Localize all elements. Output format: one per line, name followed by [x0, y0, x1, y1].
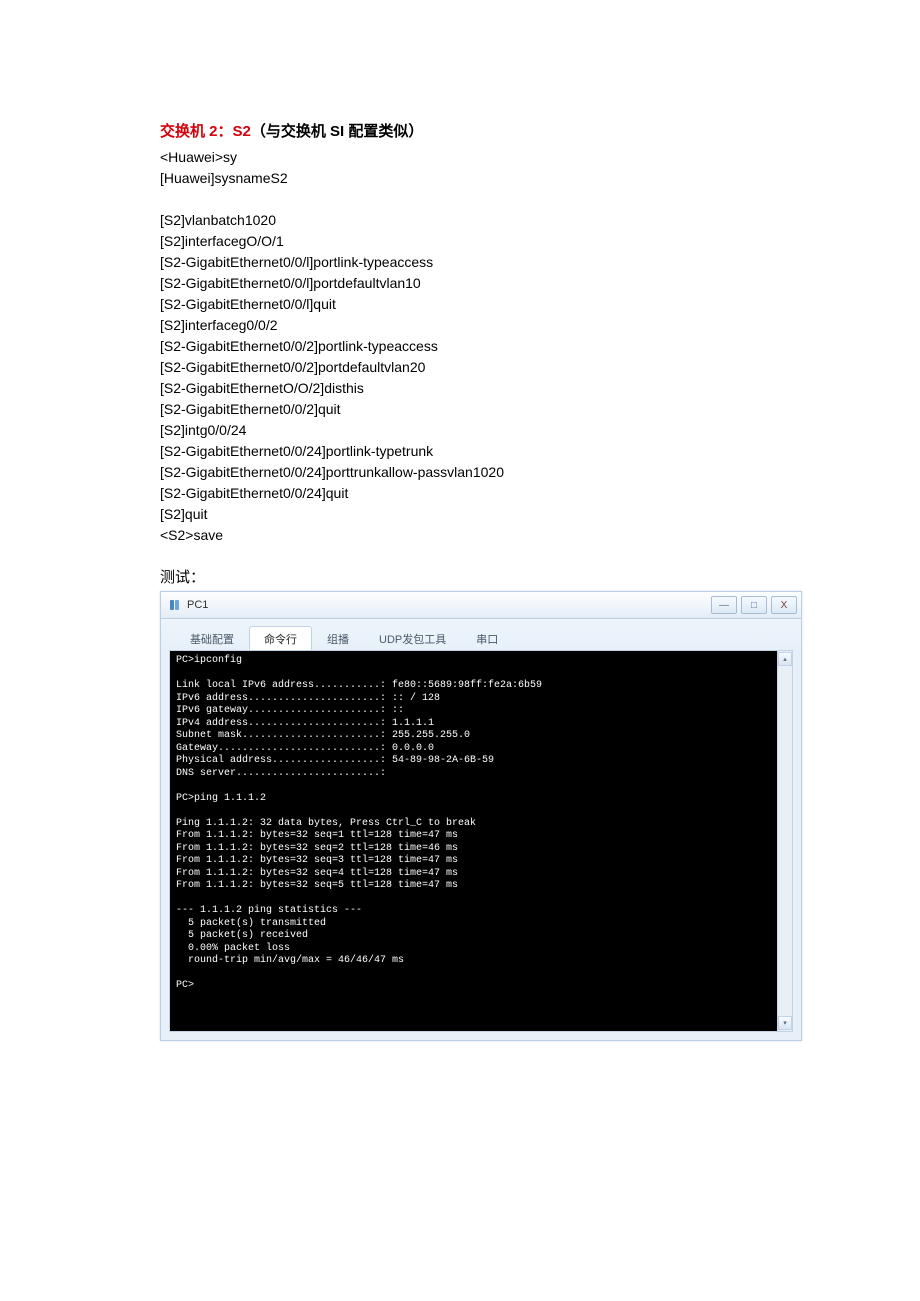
tab-multicast[interactable]: 组播: [312, 626, 364, 651]
command-line: [S2-GigabitEthernet0/0/l]portdefaultvlan…: [160, 273, 760, 294]
command-line: [S2]interfaceg0/0/2: [160, 315, 760, 336]
terminal-scrollbar[interactable]: ▴ ▾: [777, 651, 792, 1031]
command-line: [S2]vlanbatch1020: [160, 210, 760, 231]
command-line: [S2-GigabitEthernet0/0/24]quit: [160, 483, 760, 504]
test-label: 测试：: [160, 566, 760, 587]
heading-paren: （与交换机 SI 配置类似）: [251, 123, 424, 140]
command-line: [S2]intg0/0/24: [160, 420, 760, 441]
maximize-button[interactable]: □: [741, 596, 767, 614]
command-line: <S2>save: [160, 525, 760, 546]
window-title: PC1: [187, 599, 208, 611]
command-line: [S2-GigabitEthernetO/O/2]disthis: [160, 378, 760, 399]
command-line: [S2-GigabitEthernet0/0/2]portdefaultvlan…: [160, 357, 760, 378]
app-icon: [169, 598, 183, 612]
section-heading: 交换机 2：S2（与交换机 SI 配置类似）: [160, 120, 760, 141]
pc1-window: PC1 — □ X 基础配置 命令行 组播 UDP发包工具 串口 PC>ipco…: [160, 591, 802, 1041]
command-line: [S2]quit: [160, 504, 760, 525]
tab-cmdline[interactable]: 命令行: [249, 626, 312, 651]
command-line: <Huawei>sy: [160, 147, 760, 168]
command-line: [S2-GigabitEthernet0/0/2]portlink-typeac…: [160, 336, 760, 357]
terminal-output[interactable]: PC>ipconfig Link local IPv6 address.....…: [170, 651, 778, 1031]
close-button[interactable]: X: [771, 596, 797, 614]
tab-serial[interactable]: 串口: [461, 626, 513, 651]
command-line: [S2]interfacegO/O/1: [160, 231, 760, 252]
minimize-button[interactable]: —: [711, 596, 737, 614]
command-line: [S2-GigabitEthernet0/0/2]quit: [160, 399, 760, 420]
tab-udp-tool[interactable]: UDP发包工具: [364, 626, 461, 651]
titlebar: PC1 — □ X: [161, 592, 801, 619]
window-buttons: — □ X: [711, 596, 797, 614]
tab-basic-config[interactable]: 基础配置: [175, 626, 249, 651]
command-line: [S2-GigabitEthernet0/0/l]portlink-typeac…: [160, 252, 760, 273]
command-line: [S2-GigabitEthernet0/0/24]portlink-typet…: [160, 441, 760, 462]
command-line: [S2-GigabitEthernet0/0/24]porttrunkallow…: [160, 462, 760, 483]
tabs-row: 基础配置 命令行 组播 UDP发包工具 串口: [161, 619, 801, 650]
command-line: [S2-GigabitEthernet0/0/l]quit: [160, 294, 760, 315]
command-line: [160, 189, 760, 210]
command-line: [Huawei]sysnameS2: [160, 168, 760, 189]
scroll-up-icon[interactable]: ▴: [778, 652, 792, 666]
heading-red: 交换机 2：S2: [160, 123, 251, 140]
command-block: <Huawei>sy[Huawei]sysnameS2 [S2]vlanbatc…: [160, 147, 760, 546]
scroll-down-icon[interactable]: ▾: [778, 1016, 792, 1030]
